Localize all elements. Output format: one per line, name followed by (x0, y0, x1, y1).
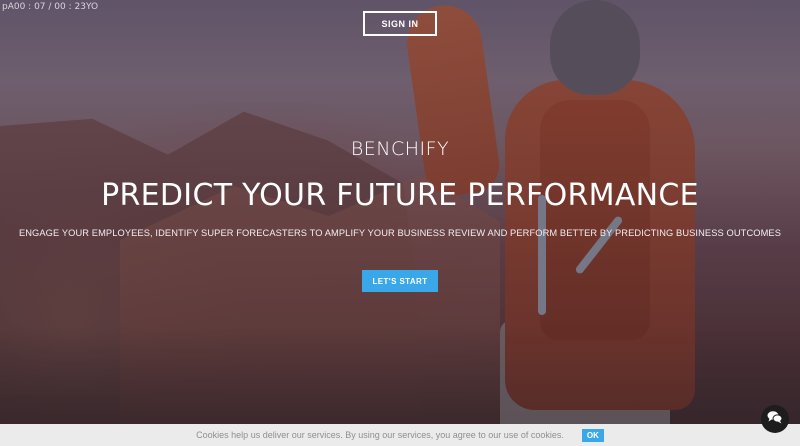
cookie-ok-button[interactable]: OK (581, 428, 604, 442)
hero-subline: ENGAGE YOUR EMPLOYEES, IDENTIFY SUPER FO… (18, 228, 782, 238)
chat-widget-button[interactable] (761, 405, 789, 433)
brand-name: BENCHIFY (350, 138, 450, 160)
hero-headline: PREDICT YOUR FUTURE PERFORMANCE (101, 178, 699, 213)
hero-overlay (0, 0, 800, 446)
sign-in-button[interactable]: SIGN IN (363, 11, 437, 36)
hero-background (0, 0, 800, 446)
cookie-bar: Cookies help us deliver our services. By… (0, 424, 800, 446)
cookie-message: Cookies help us deliver our services. By… (196, 430, 564, 440)
lets-start-button[interactable]: LET'S START (362, 270, 438, 292)
debug-readout: pA00 : 07 / 00 : 23YO (2, 2, 99, 12)
chat-bubbles-icon (767, 410, 783, 429)
